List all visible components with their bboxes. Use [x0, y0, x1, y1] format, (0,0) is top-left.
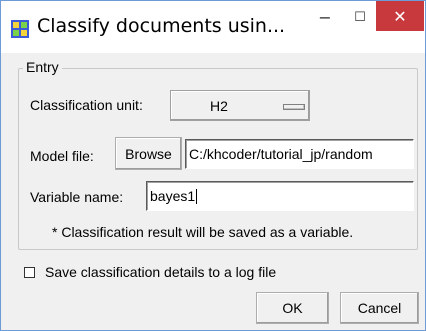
- variable-name-field[interactable]: bayes1: [146, 181, 414, 211]
- dialog-window: Classify documents usin... − ☐ ✕ Entry C…: [0, 0, 426, 331]
- window-title: Classify documents usin...: [37, 15, 286, 37]
- classification-unit-menu[interactable]: H2: [170, 90, 310, 121]
- title-bar[interactable]: Classify documents usin... − ☐ ✕: [1, 1, 425, 53]
- maximize-icon[interactable]: ☐: [346, 3, 374, 31]
- text-caret: [196, 189, 198, 204]
- close-icon[interactable]: ✕: [376, 1, 424, 31]
- log-file-checkbox-label[interactable]: Save classification details to a log fil…: [45, 264, 276, 280]
- variable-name-label: Variable name:: [30, 189, 124, 205]
- ok-button[interactable]: OK: [256, 292, 329, 324]
- classification-unit-value: H2: [210, 98, 228, 114]
- model-file-label: Model file:: [30, 148, 94, 164]
- classification-note: * Classification result will be saved as…: [52, 224, 354, 240]
- minimize-icon[interactable]: −: [311, 3, 339, 31]
- model-file-field[interactable]: C:/khcoder/tutorial_jp/random: [185, 139, 414, 169]
- cancel-button[interactable]: Cancel: [340, 292, 419, 324]
- classification-unit-label: Classification unit:: [30, 97, 143, 113]
- app-icon: [11, 20, 29, 38]
- option-menu-indicator-icon: [283, 104, 305, 110]
- log-file-checkbox[interactable]: [24, 267, 35, 278]
- variable-name-value: bayes1: [150, 188, 196, 204]
- entry-group-legend: Entry: [23, 59, 62, 75]
- browse-button[interactable]: Browse: [115, 137, 182, 170]
